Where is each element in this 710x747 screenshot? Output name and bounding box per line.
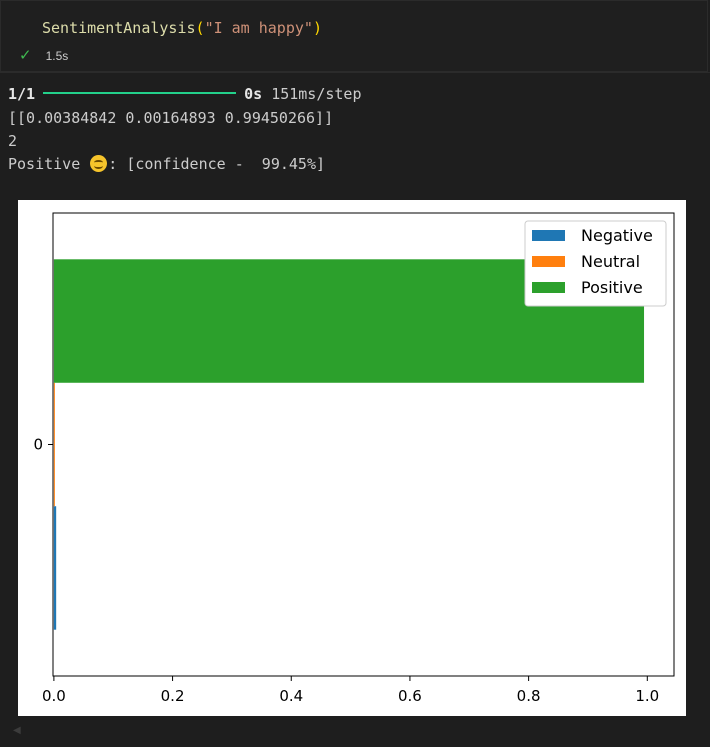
result-output: Positive : [confidence - 99.45%] <box>8 155 325 173</box>
sentiment-bar-chart: 0.0 0.2 0.4 0.6 0.8 1.0 0 Negative Neutral Positi… <box>33 212 675 705</box>
plot-output: 0.0 0.2 0.4 0.6 0.8 1.0 0 Negative Neutral Positi… <box>18 200 686 716</box>
x-tick-label: 0.6 <box>398 687 422 705</box>
eta: 0s <box>244 85 263 103</box>
progress-line: 1/1 0s 151ms/step <box>8 85 362 103</box>
string-argument: "I am happy" <box>204 19 313 37</box>
step-count: 1/1 <box>8 85 36 103</box>
legend-swatch-negative <box>532 230 565 241</box>
legend-label-positive: Positive <box>581 278 643 297</box>
code-cell-input[interactable]: SentimentAnalysis("I am happy") ✓ 1.5s <box>0 0 708 72</box>
legend-swatch-neutral <box>532 256 565 267</box>
x-tick-label: 0.2 <box>161 687 185 705</box>
y-tick-label: 0 <box>33 436 43 454</box>
code-line[interactable]: SentimentAnalysis("I am happy") <box>42 19 322 37</box>
execution-duration: 1.5s <box>45 49 69 63</box>
predicted-index-output: 2 <box>8 132 18 150</box>
execution-status: ✓ 1.5s <box>19 47 69 64</box>
scroll-left-icon[interactable]: ◀ <box>13 725 21 736</box>
legend-label-neutral: Neutral <box>581 252 640 271</box>
function-name: SentimentAnalysis <box>42 19 196 37</box>
x-tick-label: 0.8 <box>517 687 541 705</box>
result-confidence: : [confidence - 99.45%] <box>108 155 326 173</box>
progress-bar <box>43 92 237 94</box>
check-icon: ✓ <box>19 47 32 64</box>
open-paren: ( <box>195 19 205 37</box>
cell-divider <box>0 72 710 73</box>
legend-swatch-positive <box>532 282 565 293</box>
bar-negative <box>53 506 57 630</box>
smiling-face-icon <box>90 155 108 172</box>
close-paren: ) <box>312 19 322 37</box>
x-tick-label: 1.0 <box>635 687 659 705</box>
result-label: Positive <box>8 155 81 173</box>
x-tick-label: 0.4 <box>279 687 303 705</box>
legend-label-negative: Negative <box>581 226 653 245</box>
step-speed: 151ms/step <box>271 85 362 103</box>
bar-neutral <box>53 382 55 507</box>
x-tick-label: 0.0 <box>42 687 66 705</box>
probabilities-output: [[0.00384842 0.00164893 0.99450266]] <box>8 109 334 127</box>
